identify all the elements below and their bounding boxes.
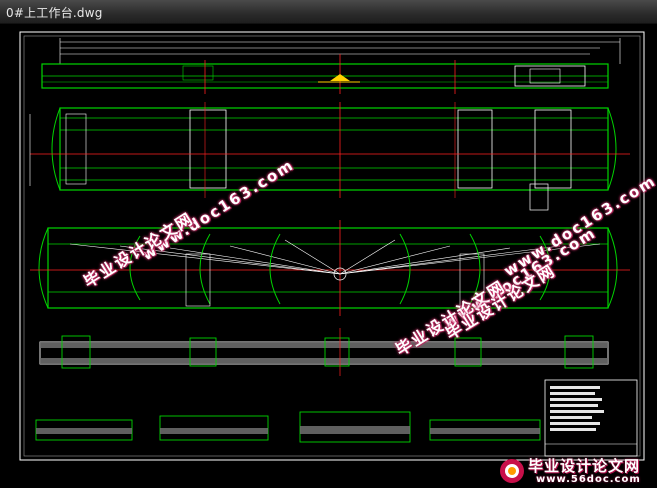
logo-icon	[500, 459, 524, 483]
plan-view	[29, 102, 630, 211]
logo-url: www.56doc.com	[536, 474, 641, 485]
logo-name: 毕业设计论文网	[528, 457, 641, 475]
detail-views	[35, 411, 541, 443]
top-elevation-view	[41, 54, 609, 94]
window-title: 0#上工作台.dwg	[6, 6, 103, 20]
drawing-canvas[interactable]: www.doc163.com 毕业设计论文网 www.doc163.com 毕业…	[0, 24, 657, 488]
site-logo: 毕业设计论文网 www.56doc.com	[498, 455, 657, 488]
title-block	[544, 379, 638, 457]
window-titlebar: 0#上工作台.dwg	[0, 0, 657, 24]
yellow-marker	[330, 74, 350, 81]
base-strip	[39, 328, 609, 376]
